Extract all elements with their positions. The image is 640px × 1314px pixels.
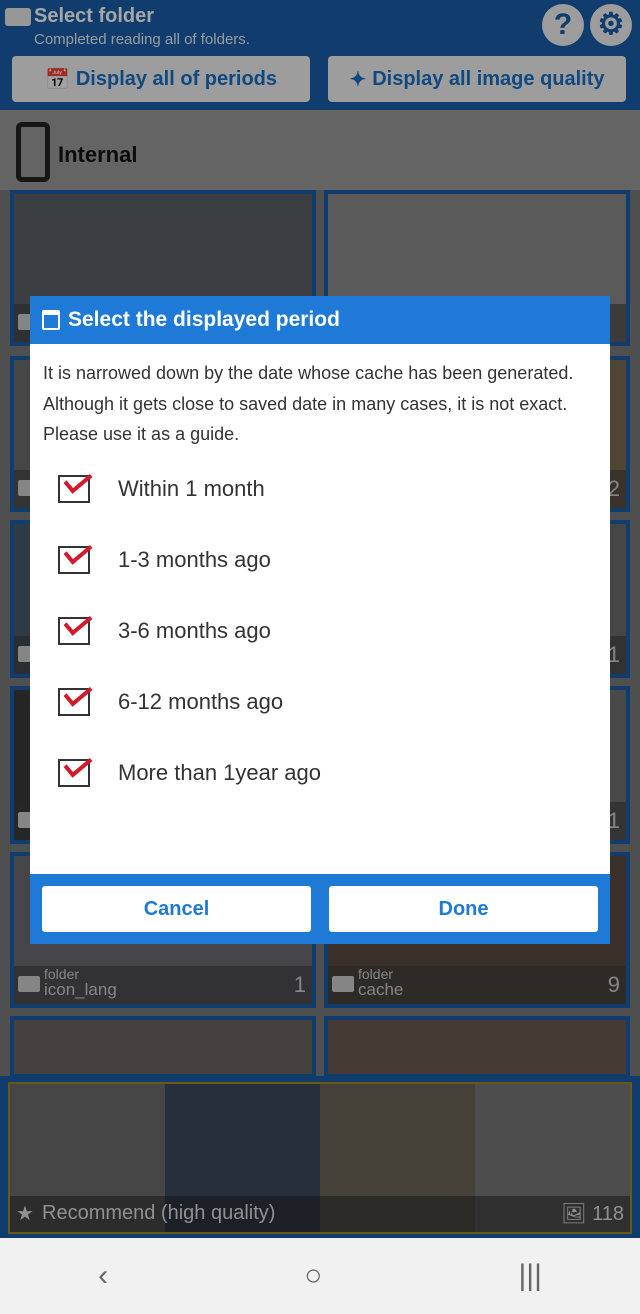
cancel-button[interactable]: Cancel: [42, 886, 311, 932]
description-line: Although it gets close to saved date in …: [43, 393, 568, 414]
period-option[interactable]: Within 1 month: [30, 454, 610, 525]
checkbox-checked-icon[interactable]: [58, 475, 90, 503]
period-option[interactable]: More than 1year ago: [30, 738, 610, 809]
system-nav-bar: ‹ ○ |||: [0, 1238, 640, 1314]
back-icon[interactable]: ‹: [98, 1259, 108, 1293]
calendar-icon: [42, 310, 60, 330]
dialog-description: It is narrowed down by the date whose ca…: [30, 344, 610, 450]
period-option[interactable]: 3-6 months ago: [30, 596, 610, 667]
description-line: Please use it as a guide.: [43, 424, 240, 444]
period-dialog: Select the displayed period It is narrow…: [30, 296, 610, 944]
option-label: 1-3 months ago: [118, 547, 271, 572]
done-button[interactable]: Done: [329, 886, 598, 932]
period-option[interactable]: 6-12 months ago: [30, 667, 610, 738]
option-label: Within 1 month: [118, 476, 265, 501]
checkbox-checked-icon[interactable]: [58, 688, 90, 716]
description-line: It is narrowed down by the date whose ca…: [43, 363, 574, 383]
dialog-title: Select the displayed period: [68, 308, 340, 331]
period-option[interactable]: 1-3 months ago: [30, 525, 610, 596]
option-label: 3-6 months ago: [118, 618, 271, 643]
option-label: 6-12 months ago: [118, 689, 284, 714]
checkbox-checked-icon[interactable]: [58, 759, 90, 787]
option-label: More than 1year ago: [118, 760, 322, 785]
recents-icon[interactable]: |||: [519, 1259, 542, 1293]
home-icon[interactable]: ○: [304, 1259, 322, 1293]
checkbox-checked-icon[interactable]: [58, 546, 90, 574]
checkbox-checked-icon[interactable]: [58, 617, 90, 645]
